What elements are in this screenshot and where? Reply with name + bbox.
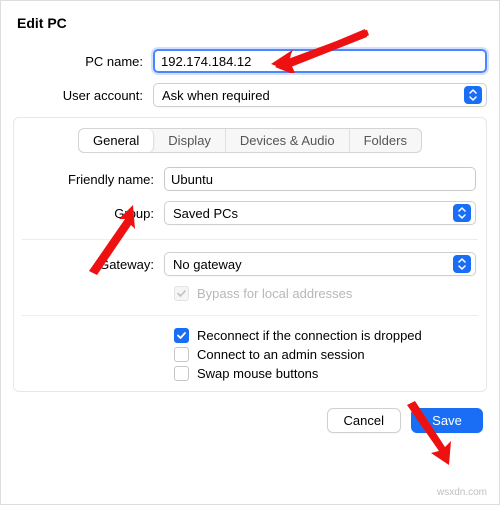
admin-checkbox[interactable] [174,347,189,362]
pc-name-label: PC name: [13,54,153,69]
reconnect-checkbox[interactable] [174,328,189,343]
friendly-name-label: Friendly name: [24,172,164,187]
gateway-label: Gateway: [24,257,164,272]
tab-devices-audio[interactable]: Devices & Audio [226,129,350,152]
page-title: Edit PC [13,9,487,45]
cancel-button[interactable]: Cancel [327,408,401,433]
user-account-value: Ask when required [162,88,464,103]
reconnect-label: Reconnect if the connection is dropped [197,328,422,343]
tab-folders[interactable]: Folders [350,129,421,152]
divider [22,239,478,240]
settings-panel: General Display Devices & Audio Folders … [13,117,487,392]
tab-bar: General Display Devices & Audio Folders [24,128,476,153]
tab-general[interactable]: General [79,129,154,152]
watermark: wsxdn.com [437,487,487,498]
swap-checkbox[interactable] [174,366,189,381]
group-label: Group: [24,206,164,221]
divider [22,315,478,316]
updown-icon [453,255,471,273]
updown-icon [453,204,471,222]
swap-label: Swap mouse buttons [197,366,318,381]
pc-name-input[interactable] [153,49,487,73]
gateway-popup[interactable]: No gateway [164,252,476,276]
updown-icon [464,86,482,104]
group-value: Saved PCs [173,206,453,221]
bypass-checkbox [174,286,189,301]
friendly-name-input[interactable] [164,167,476,191]
admin-label: Connect to an admin session [197,347,365,362]
gateway-value: No gateway [173,257,453,272]
save-button[interactable]: Save [411,408,483,433]
tab-display[interactable]: Display [154,129,226,152]
user-account-popup[interactable]: Ask when required [153,83,487,107]
group-popup[interactable]: Saved PCs [164,201,476,225]
user-account-label: User account: [13,88,153,103]
bypass-label: Bypass for local addresses [197,286,352,301]
